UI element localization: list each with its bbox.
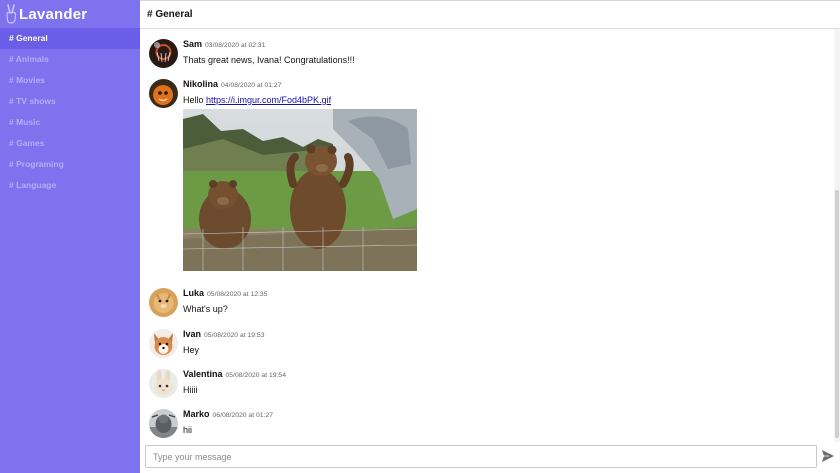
message-author: Marko <box>183 409 210 419</box>
channel-header: # General <box>140 0 840 29</box>
avatar[interactable] <box>149 288 178 317</box>
channel-title: # General <box>147 9 193 20</box>
sidebar-item-tv-shows[interactable]: # TV shows <box>0 91 140 112</box>
app-name: Lavander <box>19 5 88 23</box>
sidebar-item-animals[interactable]: # Animals <box>0 49 140 70</box>
message-text: What's up? <box>183 304 228 314</box>
message-author: Valentina <box>183 369 223 379</box>
message-text: Hiiii <box>183 385 198 395</box>
message-text: hii <box>183 425 193 435</box>
chat-panel: # General Sam 03/08/2020 at 02:31 Thats … <box>140 0 840 473</box>
message-text-prefix: Hello <box>183 95 207 105</box>
avatar[interactable] <box>149 79 178 108</box>
message-author: Ivan <box>183 329 202 339</box>
message-item: Marko 06/08/2020 at 01:27 hii <box>149 409 273 438</box>
sidebar-item-language[interactable]: # Language <box>0 175 140 196</box>
sidebar-item-games[interactable]: # Games <box>0 133 140 154</box>
avatar[interactable] <box>149 409 178 438</box>
send-icon[interactable] <box>821 449 835 463</box>
brand[interactable]: Lavander <box>0 0 140 28</box>
sidebar: Lavander # General # Animals # Movies # … <box>0 0 140 473</box>
avatar[interactable] <box>149 369 178 398</box>
message-item: Valentina 05/08/2020 at 19:54 Hiiii <box>149 369 286 398</box>
message-timestamp: 03/08/2020 at 02:31 <box>205 42 266 49</box>
message-author: Nikolina <box>183 79 219 89</box>
message-text: Hello https://i.imgur.com/Fod4bPK.gif <box>183 95 417 105</box>
message-item: Luka 05/08/2020 at 12:35 What's up? <box>149 288 268 317</box>
message-composer <box>145 445 817 468</box>
sidebar-item-general[interactable]: # General <box>0 28 140 49</box>
message-timestamp: 05/08/2020 at 19:54 <box>225 372 286 379</box>
avatar[interactable] <box>149 329 178 358</box>
channel-list: # General # Animals # Movies # TV shows … <box>0 28 140 196</box>
sidebar-item-movies[interactable]: # Movies <box>0 70 140 91</box>
message-list: Sam 03/08/2020 at 02:31 Thats great news… <box>140 29 840 442</box>
message-text: Thats great news, Ivana! Congratulations… <box>183 55 355 65</box>
message-author: Sam <box>183 39 203 49</box>
message-item: Ivan 05/08/2020 at 19:53 Hey <box>149 329 265 358</box>
sidebar-item-programing[interactable]: # Programing <box>0 154 140 175</box>
avatar[interactable] <box>149 39 178 68</box>
message-timestamp: 05/08/2020 at 19:53 <box>204 332 265 339</box>
message-timestamp: 04/08/2020 at 01:27 <box>221 82 282 89</box>
peace-hand-icon <box>6 4 17 24</box>
sidebar-item-music[interactable]: # Music <box>0 112 140 133</box>
bears-waving-gif[interactable] <box>183 109 417 271</box>
message-item: Nikolina 04/08/2020 at 01:27 Hello https… <box>149 79 417 271</box>
message-item: Sam 03/08/2020 at 02:31 Thats great news… <box>149 39 355 68</box>
message-timestamp: 06/08/2020 at 01:27 <box>212 412 273 419</box>
message-author: Luka <box>183 288 205 298</box>
message-link[interactable]: https://i.imgur.com/Fod4bPK.gif <box>206 95 331 105</box>
message-scrollbar-thumb[interactable] <box>835 190 839 438</box>
message-input[interactable] <box>153 451 816 462</box>
message-timestamp: 05/08/2020 at 12:35 <box>207 291 268 298</box>
message-text: Hey <box>183 345 200 355</box>
